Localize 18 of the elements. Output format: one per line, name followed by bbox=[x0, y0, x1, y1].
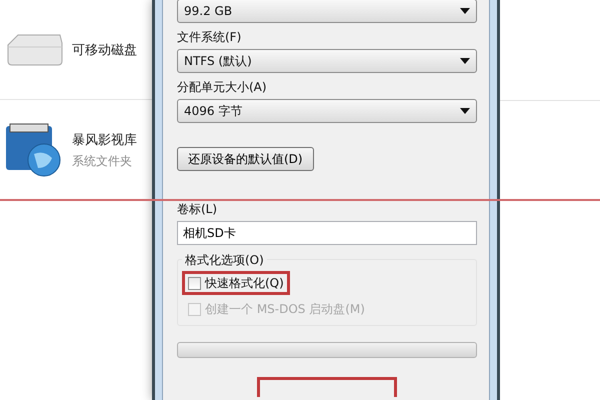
volume-label-label: 卷标(L) bbox=[177, 201, 218, 218]
format-options-label: 格式化选项(O) bbox=[182, 252, 267, 269]
dropdown-arrow-icon bbox=[460, 8, 470, 14]
checkbox-label: 创建一个 MS-DOS 启动盘(M) bbox=[205, 300, 365, 318]
item-name[interactable]: 可移动磁盘 bbox=[72, 40, 137, 58]
item-name[interactable]: 暴风影视库 bbox=[72, 130, 137, 148]
allocation-size-dropdown[interactable]: 4096 字节 bbox=[177, 99, 477, 123]
checkbox-label: 快速格式化(Q) bbox=[205, 274, 284, 292]
capacity-dropdown[interactable]: 99.2 GB bbox=[177, 0, 477, 23]
dropdown-arrow-icon bbox=[460, 58, 470, 64]
file-system-label: 文件系统(F) bbox=[177, 29, 242, 46]
volume-label-field[interactable]: 相机SD卡 bbox=[177, 221, 477, 245]
file-system-dropdown[interactable]: NTFS (默认) bbox=[177, 49, 477, 73]
dropdown-arrow-icon bbox=[460, 108, 470, 114]
allocation-size-label: 分配单元大小(A) bbox=[177, 79, 268, 96]
restore-defaults-button[interactable]: 还原设备的默认值(D) bbox=[177, 147, 314, 171]
checkbox[interactable] bbox=[188, 276, 201, 290]
item-subtitle: 系统文件夹 bbox=[72, 152, 133, 170]
